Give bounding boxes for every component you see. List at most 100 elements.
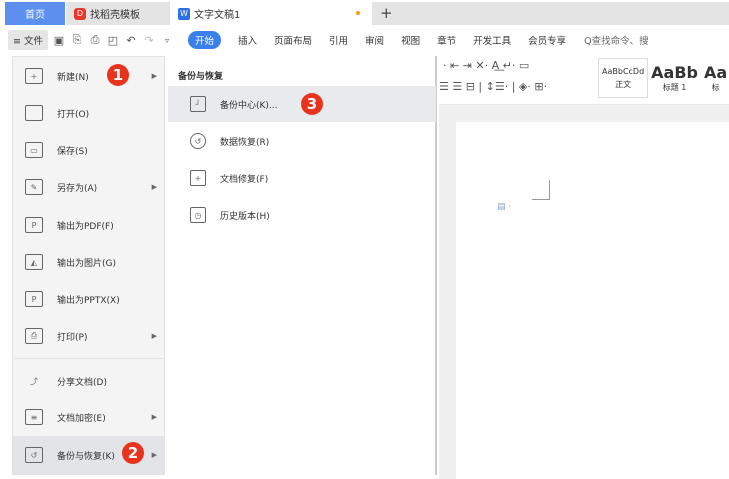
style-name: 标 <box>711 83 720 92</box>
tab-member[interactable]: 会员专享 <box>528 33 566 47</box>
tab-bar: 首页 D 找稻壳模板 W 文字文稿1 + <box>0 0 729 26</box>
submenu-item-data-recovery[interactable]: ↺ 数据恢复(R) <box>168 123 436 159</box>
menu-item-export-pptx[interactable]: P 输出为PPTX(X) <box>13 281 165 317</box>
menu-item-export-image[interactable]: ◭ 输出为图片(G) <box>13 244 165 280</box>
menu-item-encrypt[interactable]: ≡ 文档加密(E) ▶ <box>13 399 165 435</box>
menu-item-label: 输出为PPTX(X) <box>57 295 120 306</box>
style-name: 正文 <box>615 79 632 89</box>
history-icon: ◷ <box>190 207 206 223</box>
style-name: 标题 1 <box>662 83 687 92</box>
tab-view[interactable]: 视图 <box>401 33 420 47</box>
save-as-icon: ✎ <box>25 179 43 195</box>
tab-home[interactable]: 首页 <box>5 2 65 25</box>
backup-icon: ↺ <box>25 447 43 463</box>
customize-dropdown-icon[interactable]: ▿ <box>160 36 174 45</box>
menu-item-label: 备份与恢复(K) <box>57 451 115 462</box>
tab-template-label: 找稻壳模板 <box>90 10 140 21</box>
tab-insert[interactable]: 插入 <box>238 33 257 47</box>
submenu-title: 备份与恢复 <box>178 72 224 82</box>
menu-item-label: 输出为PDF(F) <box>57 221 114 232</box>
submenu-item-label: 数据恢复(R) <box>220 137 270 148</box>
tab-start[interactable]: 开始 <box>187 31 221 49</box>
tab-document[interactable]: W 文字文稿1 <box>170 2 372 25</box>
tab-strip-empty <box>372 2 729 25</box>
paste-options-icon[interactable]: ▤ · <box>497 202 511 212</box>
redo-icon[interactable]: ↷ <box>142 34 156 47</box>
tab-page-layout[interactable]: 页面布局 <box>274 33 312 47</box>
backup-center-icon: ┘ <box>190 96 206 112</box>
chevron-right-icon: ▶ <box>151 332 157 340</box>
backup-submenu: 备份与恢复 ┘ 备份中心(K)... ↺ 数据恢复(R) + 文档修复(F) ◷ 历史版… <box>166 56 437 475</box>
new-doc-icon: + <box>25 68 43 84</box>
tab-template[interactable]: D 找稻壳模板 <box>66 2 170 25</box>
menu-toolbar: ≡ 文件 ▣ ⎘ ⎙ ◰ ↶ ↷ ▿ 开始 插入 页面布局 引用 审阅 视图 章… <box>0 27 729 53</box>
style-preview: AaBb <box>651 63 698 82</box>
chevron-right-icon: ▶ <box>151 72 157 80</box>
submenu-item-history[interactable]: ◷ 历史版本(H) <box>168 197 436 233</box>
tab-section[interactable]: 章节 <box>437 33 456 47</box>
submenu-item-label: 备份中心(K)... <box>220 100 278 111</box>
file-menu: + 新建(N) ▶ 打开(O) ▭ 保存(S) ✎ 另存为(A) ▶ P 输出为PDF(F)… <box>12 56 165 475</box>
submenu-item-label: 文档修复(F) <box>220 174 269 185</box>
tab-references[interactable]: 引用 <box>329 33 348 47</box>
submenu-item-label: 历史版本(H) <box>220 211 270 222</box>
style-preview: Aa <box>704 63 728 82</box>
new-tab-button[interactable]: + <box>380 4 393 22</box>
step-badge-2: 2 <box>122 442 144 464</box>
style-preview: AaBbCcDd <box>602 66 645 76</box>
align-icons[interactable]: ☰ ☰ ⊟ | ↕☰· | ◈· ⊞· <box>439 80 547 93</box>
encrypt-icon: ≡ <box>25 409 43 425</box>
writer-logo-icon: W <box>178 7 190 20</box>
menu-item-label: 新建(N) <box>57 72 89 83</box>
menu-item-label: 分享文档(D) <box>57 377 107 388</box>
menu-item-save[interactable]: ▭ 保存(S) <box>13 132 165 168</box>
undo-icon[interactable]: ↶ <box>124 34 138 47</box>
style-heading2[interactable]: Aa 标 <box>701 58 729 98</box>
menu-item-label: 打开(O) <box>57 109 90 120</box>
tab-developer[interactable]: 开发工具 <box>473 33 511 47</box>
print-icon[interactable]: ⎙ <box>88 33 102 47</box>
menu-item-label: 保存(S) <box>57 146 88 157</box>
save-icon[interactable]: ▣ <box>52 34 66 47</box>
step-badge-3: 3 <box>301 93 323 115</box>
file-menu-button[interactable]: ≡ 文件 <box>8 30 48 50</box>
menu-item-save-as[interactable]: ✎ 另存为(A) ▶ <box>13 169 165 205</box>
tab-document-label: 文字文稿1 <box>194 10 241 21</box>
margin-corner-mark <box>532 180 550 200</box>
share-icon: ⤴ <box>30 376 38 386</box>
menu-item-export-pdf[interactable]: P 输出为PDF(F) <box>13 207 165 243</box>
save-icon: ▭ <box>25 142 43 158</box>
style-gallery: AaBbCcDd 正文 AaBb 标题 1 Aa 标 <box>598 58 729 98</box>
menu-item-label: 打印(P) <box>57 332 88 343</box>
menu-item-label: 文档加密(E) <box>57 413 106 424</box>
data-recovery-icon: ↺ <box>190 133 206 149</box>
preview-icon[interactable]: ◰ <box>106 34 120 47</box>
document-page[interactable] <box>456 122 729 479</box>
chevron-right-icon: ▶ <box>151 413 157 421</box>
menu-item-print[interactable]: ⎙ 打印(P) ▶ <box>13 318 165 354</box>
step-badge-1: 1 <box>107 64 129 86</box>
export-icon[interactable]: ⎘ <box>70 33 84 47</box>
submenu-item-doc-repair[interactable]: + 文档修复(F) <box>168 160 436 196</box>
menu-divider <box>14 358 164 359</box>
doc-repair-icon: + <box>190 170 206 186</box>
menu-item-share[interactable]: ⤴ 分享文档(D) <box>13 363 165 399</box>
chevron-right-icon: ▶ <box>151 183 157 191</box>
indent-icons[interactable]: · ⇤ ⇥ ✕· A͟ ↵· ▭ <box>443 59 529 72</box>
menu-item-label: 输出为图片(G) <box>57 258 116 269</box>
tab-review[interactable]: 审阅 <box>365 33 384 47</box>
image-export-icon: ◭ <box>25 254 43 270</box>
menu-item-label: 另存为(A) <box>57 183 98 194</box>
style-heading1[interactable]: AaBb 标题 1 <box>648 58 701 98</box>
unsaved-dot-icon <box>356 11 360 15</box>
print-icon: ⎙ <box>25 328 43 344</box>
search-command[interactable]: Q查找命令、搜 <box>584 33 648 47</box>
folder-icon <box>25 105 43 121</box>
menu-item-new[interactable]: + 新建(N) ▶ <box>13 58 165 94</box>
tab-home-label: 首页 <box>25 10 45 21</box>
pptx-export-icon: P <box>25 291 43 307</box>
style-normal[interactable]: AaBbCcDd 正文 <box>598 58 649 98</box>
menu-item-open[interactable]: 打开(O) <box>13 95 165 131</box>
docer-logo-icon: D <box>74 7 86 20</box>
pdf-export-icon: P <box>25 217 43 233</box>
